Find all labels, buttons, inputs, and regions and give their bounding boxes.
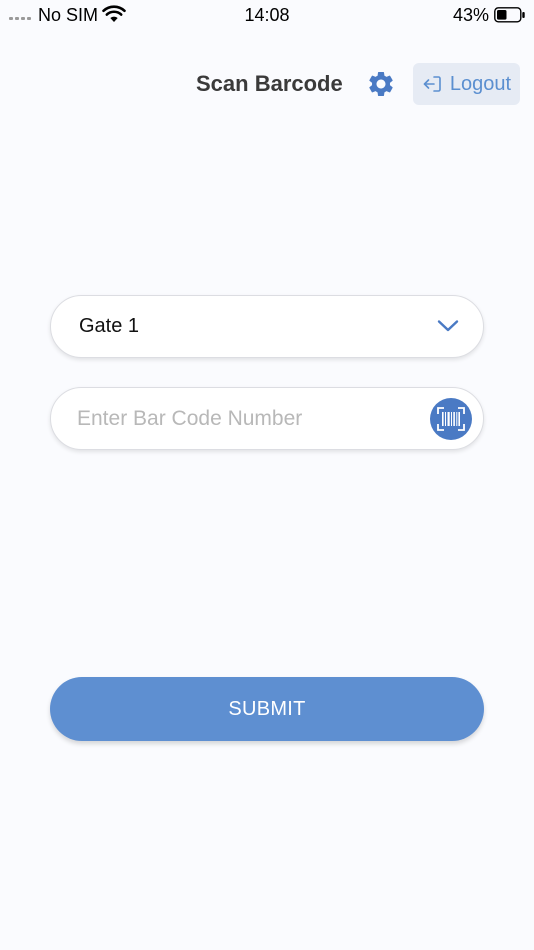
submit-button[interactable]: SUBMIT: [50, 677, 484, 741]
status-bar: No SIM 14:08 43%: [0, 0, 534, 30]
submit-label: SUBMIT: [228, 697, 306, 720]
gate-select[interactable]: Gate 1: [50, 295, 484, 358]
battery-percent: 43%: [452, 5, 489, 25]
barcode-input[interactable]: [77, 402, 417, 436]
barcode-scan-icon: [437, 407, 465, 431]
logout-button[interactable]: Logout: [413, 63, 520, 105]
settings-button[interactable]: [364, 67, 398, 101]
gear-icon: [369, 72, 393, 96]
scan-barcode-screen: No SIM 14:08 43% Scan Barcode Logout Gat…: [0, 0, 534, 950]
logout-label: Logout: [449, 72, 512, 95]
scan-barcode-button[interactable]: [430, 398, 472, 440]
page-title: Scan Barcode: [196, 71, 343, 96]
gate-selected-value: Gate 1: [79, 315, 140, 337]
battery-icon: [494, 7, 526, 28]
logout-icon: [423, 76, 441, 92]
chevron-down-icon: [437, 319, 459, 338]
barcode-field: [50, 387, 484, 450]
